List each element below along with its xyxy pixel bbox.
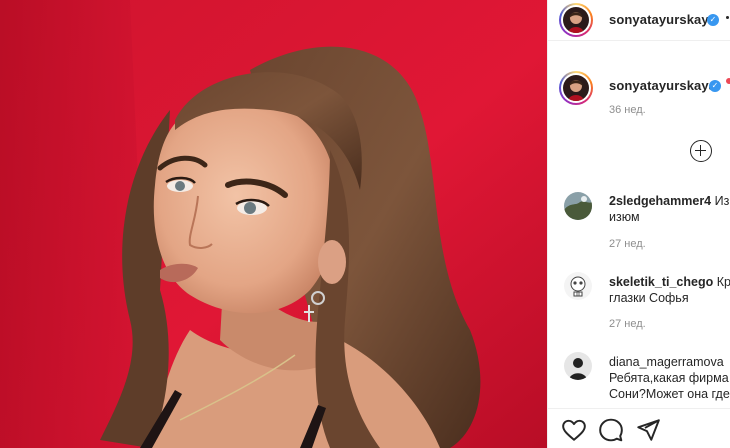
landscape-avatar bbox=[564, 192, 592, 220]
author-avatar[interactable] bbox=[559, 3, 593, 37]
follow-separator-dot bbox=[726, 16, 729, 19]
action-bar bbox=[548, 408, 730, 448]
skull-avatar bbox=[564, 272, 592, 300]
caption-avatar[interactable] bbox=[559, 71, 593, 105]
share-icon[interactable] bbox=[635, 417, 661, 443]
comment-avatar[interactable] bbox=[564, 272, 592, 300]
comment-avatar[interactable] bbox=[564, 352, 592, 380]
comment-text-line2: изюм bbox=[609, 210, 640, 224]
caption-avatar-image bbox=[563, 75, 589, 101]
person-avatar bbox=[564, 352, 592, 380]
comment-age[interactable]: 27 нед. bbox=[609, 238, 646, 250]
caption-username[interactable]: sonyatayurskaya bbox=[609, 78, 716, 93]
comment-text: Кра bbox=[716, 275, 730, 289]
comment-username[interactable]: 2sledgehammer4 bbox=[609, 194, 711, 208]
comment-username[interactable]: diana_magerramova bbox=[609, 354, 724, 370]
comment-text-line2: глазки Софья bbox=[609, 291, 689, 305]
comment-line: 2sledgehammer4 Из bbox=[609, 193, 729, 209]
portrait-photo bbox=[0, 0, 547, 448]
comment-age[interactable]: 27 нед. bbox=[609, 318, 646, 330]
comment-icon[interactable] bbox=[598, 417, 624, 443]
comment-username[interactable]: skeletik_ti_chego bbox=[609, 275, 713, 289]
post-header: sonyatayurskaya ✓ bbox=[548, 0, 730, 41]
comment-text-line3: Сони?Может она где bbox=[609, 387, 730, 401]
comment-text-line2: Ребята,какая фирма bbox=[609, 371, 729, 385]
heart-icon[interactable] bbox=[561, 417, 587, 443]
verified-badge-icon: ✓ bbox=[709, 80, 721, 92]
story-indicator-dot bbox=[726, 78, 730, 84]
caption-age[interactable]: 36 нед. bbox=[609, 104, 646, 116]
post-photo[interactable] bbox=[0, 0, 547, 448]
comment-text: Из bbox=[714, 194, 730, 208]
post-sidebar: sonyatayurskaya ✓ sonyatayurskaya ✓ 36 н… bbox=[547, 0, 730, 448]
comment-line: skeletik_ti_chego Кра bbox=[609, 274, 730, 290]
plus-circle-icon[interactable] bbox=[690, 140, 712, 162]
author-avatar-image bbox=[563, 7, 589, 33]
verified-badge-icon: ✓ bbox=[707, 14, 719, 26]
comment-avatar[interactable] bbox=[564, 192, 592, 220]
header-username[interactable]: sonyatayurskaya bbox=[609, 12, 716, 27]
